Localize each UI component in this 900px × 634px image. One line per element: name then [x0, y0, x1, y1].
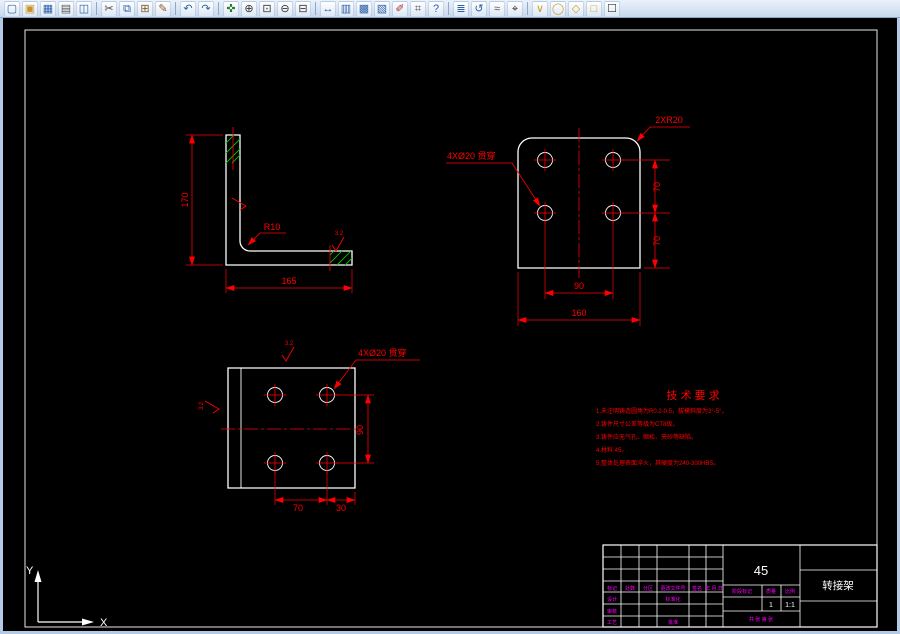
calculator-icon[interactable]: ⌗ — [410, 0, 426, 17]
tb-scale-value: 1:1 — [785, 602, 795, 609]
new-icon[interactable]: ▢ — [4, 0, 20, 17]
dim-90-label: 90 — [574, 281, 584, 291]
dim-70a-label: 70 — [652, 182, 662, 192]
corner-note-label: 2XR20 — [655, 115, 683, 125]
dim-90-label: 90 — [355, 425, 365, 435]
toolbar-separator — [527, 2, 528, 15]
preview-icon[interactable]: ◫ — [76, 0, 92, 17]
ucs-y-label: Y — [26, 565, 34, 577]
tb-sheet-note: 共 张 第 张 — [749, 616, 773, 623]
dim-70-label: 70 — [293, 503, 303, 513]
distance-icon[interactable]: ↔ — [320, 0, 336, 17]
tech-line: 1.未注明铸造圆角为R0.2-0.5，拔模斜度为3°-5°。 — [596, 407, 728, 415]
checkbox-icon[interactable]: ☐ — [604, 0, 620, 17]
toolbar-separator — [175, 2, 176, 15]
osnap-icon[interactable]: ⌖ — [507, 0, 523, 17]
hole-note-label: 4XØ20 贯穿 — [447, 150, 496, 161]
finish-value: 3.2 — [285, 341, 294, 347]
tb-mass-value: 1 — [769, 602, 773, 609]
tool-palettes-icon[interactable]: ▧ — [374, 0, 390, 17]
radius-note-label: R10 — [264, 222, 281, 232]
toolbar-separator — [96, 2, 97, 15]
circle-marker-icon[interactable]: ◯ — [550, 0, 566, 17]
material-label: 45 — [754, 563, 768, 578]
copy-icon[interactable]: ⧉ — [119, 0, 135, 17]
tb-role-process: 工艺 — [607, 620, 617, 626]
dim-70b-label: 70 — [652, 236, 662, 246]
finish-value: 3.2 — [199, 401, 205, 410]
diamond-marker-icon[interactable]: ◇ — [568, 0, 584, 17]
undo-icon[interactable]: ↶ — [180, 0, 196, 17]
linetype-icon[interactable]: ≈ — [489, 0, 505, 17]
tb-header-count: 处数 — [625, 585, 635, 592]
toolbar-separator — [315, 2, 316, 15]
dim-width-label: 165 — [281, 276, 296, 286]
markup-icon[interactable]: ✐ — [392, 0, 408, 17]
finish-value: 3.2 — [335, 231, 344, 237]
toolbar-separator — [218, 2, 219, 15]
tech-line: 2.铸件尺寸公差等级为CT8级。 — [596, 420, 678, 428]
plot-icon[interactable]: ▤ — [58, 0, 74, 17]
pan-icon[interactable]: ✜ — [223, 0, 239, 17]
tb-role-design: 设计 — [607, 596, 617, 603]
tb-header-zone: 分区 — [643, 585, 653, 592]
redo-icon[interactable]: ↷ — [198, 0, 214, 17]
tb-mass-label: 质量 — [766, 588, 776, 595]
tb-stage-label: 阶段标记 — [732, 588, 752, 595]
paste-icon[interactable]: ⊞ — [137, 0, 153, 17]
dim-30-label: 30 — [336, 503, 346, 513]
tech-line: 4.材料:45。 — [596, 446, 627, 454]
zoom-window-icon[interactable]: ⊡ — [259, 0, 275, 17]
help-icon[interactable]: ? — [428, 0, 444, 17]
tech-line: 3.铸件应无气孔、缩松、夹砂等缺陷。 — [596, 433, 697, 441]
tb-header-mark: 标记 — [607, 585, 617, 592]
save-icon[interactable]: ▦ — [40, 0, 56, 17]
open-icon[interactable]: ▣ — [22, 0, 38, 17]
tb-role-standard: 标准化 — [665, 596, 680, 603]
tb-scale-label: 比例 — [785, 588, 795, 595]
layer-previous-icon[interactable]: ↺ — [471, 0, 487, 17]
dim-height-label: 170 — [180, 192, 190, 207]
toolbar-separator — [448, 2, 449, 15]
tb-header-date: 年.月.日 — [705, 585, 723, 592]
ucs-x-label: X — [100, 617, 108, 629]
toolbar: ▢ ▣ ▦ ▤ ◫ ✂ ⧉ ⊞ ✎ ↶ ↷ ✜ ⊕ ⊡ ⊖ ⊟ ↔ ▥ ▩ ▧ ✐ ⌗? ≣ ↺ ≈ ⌖ ∨ ◯ ◇ □ ☐ — [0, 0, 900, 18]
drawing-canvas[interactable]: 170 165 R10 3.2 2XR20 4XØ20 贯穿 70 70 90 … — [0, 0, 900, 634]
match-properties-icon[interactable]: ✎ — [155, 0, 171, 17]
hole-note-label: 4XØ20 贯穿 — [358, 347, 407, 358]
zoom-previous-icon[interactable]: ⊟ — [295, 0, 311, 17]
tb-role-approve: 批准 — [668, 619, 678, 626]
part-name-label: 转接架 — [822, 579, 854, 592]
zoom-realtime-icon[interactable]: ⊕ — [241, 0, 257, 17]
cut-icon[interactable]: ✂ — [101, 0, 117, 17]
dim-160-label: 160 — [571, 308, 586, 318]
snap-marker-icon[interactable]: ∨ — [532, 0, 548, 17]
tb-header-sign: 签名 — [692, 585, 702, 592]
zoom-out-icon[interactable]: ⊖ — [277, 0, 293, 17]
model-space[interactable] — [3, 18, 897, 631]
tech-title: 技 术 要 求 — [666, 389, 719, 402]
properties-icon[interactable]: ▥ — [338, 0, 354, 17]
tech-line: 5.整体处理表面淬火，其硬度为240-300HBS。 — [596, 459, 719, 467]
layers-icon[interactable]: ≣ — [453, 0, 469, 17]
designcenter-icon[interactable]: ▩ — [356, 0, 372, 17]
tb-role-check: 审核 — [607, 608, 617, 615]
tb-header-docno: 更改文件号 — [660, 585, 685, 592]
square-marker-icon[interactable]: □ — [586, 0, 602, 17]
cad-application-window: ▢ ▣ ▦ ▤ ◫ ✂ ⧉ ⊞ ✎ ↶ ↷ ✜ ⊕ ⊡ ⊖ ⊟ ↔ ▥ ▩ ▧ ✐ ⌗? ≣ ↺ ≈ ⌖ ∨ ◯ ◇ □ ☐ — [0, 0, 900, 634]
